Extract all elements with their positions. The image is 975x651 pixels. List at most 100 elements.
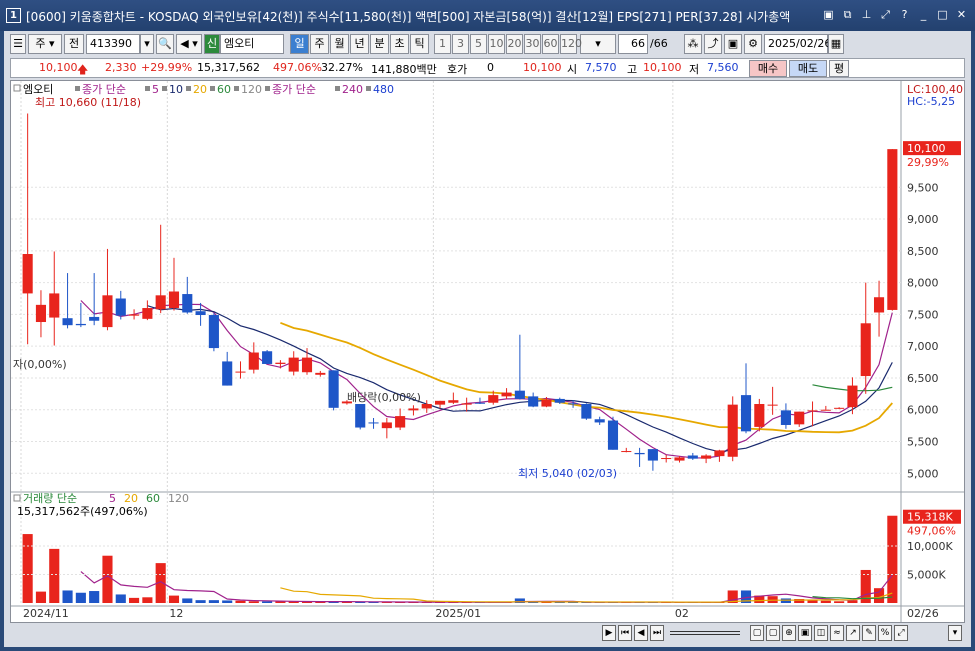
y-tick-label: 8,000 bbox=[907, 277, 939, 290]
hoga-price: 10,100 bbox=[523, 61, 562, 74]
settings-icon[interactable]: ☰ bbox=[10, 34, 26, 54]
stock-name[interactable]: 엠오티 bbox=[220, 34, 284, 54]
average-button[interactable]: 평 bbox=[829, 60, 849, 77]
link-icon[interactable]: ⁂ bbox=[684, 34, 702, 54]
last-price-label: 10,100 bbox=[907, 142, 946, 155]
help-icon[interactable]: ? bbox=[897, 7, 912, 22]
tool-icon-6[interactable]: ≈ bbox=[830, 625, 844, 641]
interval-10[interactable]: 10 bbox=[488, 34, 505, 54]
volume-bar bbox=[115, 594, 126, 603]
search-icon[interactable]: 🔍 bbox=[156, 34, 174, 54]
scroll-left-icon[interactable]: ◀ bbox=[634, 625, 648, 641]
volume-bar bbox=[22, 534, 33, 603]
tool-icon-2[interactable]: ▢ bbox=[766, 625, 780, 641]
legend-dot-icon bbox=[145, 86, 150, 91]
chart-window: ☰ 주 ▾ 전 413390 ▾ 🔍 ◀ ▾ 신 엠오티 ▾ 66 /66 ⁂ … bbox=[4, 31, 971, 647]
zoom-slider[interactable] bbox=[670, 631, 740, 635]
legend-item: 120 bbox=[241, 83, 262, 96]
tool-icon-8[interactable]: ✎ bbox=[862, 625, 876, 641]
chart-area[interactable]: 9,500 9,000 8,500 8,000 7,500 7,000 6,500 6,000… bbox=[10, 80, 965, 623]
close-icon[interactable]: ✕ bbox=[954, 7, 969, 22]
speaker-icon[interactable]: ◀ ▾ bbox=[176, 34, 202, 54]
period-6[interactable]: 틱 bbox=[410, 34, 429, 54]
interval-30[interactable]: 30 bbox=[524, 34, 541, 54]
period-1[interactable]: 주 bbox=[310, 34, 329, 54]
volume-bar bbox=[75, 592, 86, 603]
candle bbox=[647, 449, 658, 461]
candle bbox=[501, 392, 512, 397]
tool-icon-3[interactable]: ⊕ bbox=[782, 625, 796, 641]
code-dropdown-icon[interactable]: ▾ bbox=[140, 34, 154, 54]
interval-3[interactable]: 3 bbox=[452, 34, 469, 54]
high-label: 고 bbox=[627, 63, 638, 76]
tool-icon-5[interactable]: ◫ bbox=[814, 625, 828, 641]
expand-panel-icon[interactable]: ▾ bbox=[948, 625, 962, 641]
trend-icon[interactable]: ⤴ bbox=[704, 34, 722, 54]
chart-svg[interactable]: 9,500 9,000 8,500 8,000 7,500 7,000 6,500 6,000… bbox=[11, 81, 964, 622]
legend-dot-icon bbox=[265, 86, 270, 91]
volume-bar bbox=[235, 600, 246, 603]
tool-icon-1[interactable]: ▢ bbox=[750, 625, 764, 641]
volume-bar bbox=[89, 591, 100, 603]
candle bbox=[168, 291, 180, 309]
prev-button[interactable]: 전 bbox=[64, 34, 84, 54]
tool-icon-4[interactable]: ▣ bbox=[798, 625, 812, 641]
last-vol-pct-label: 497,06% bbox=[907, 525, 956, 538]
expand-icon[interactable]: ⤢ bbox=[878, 7, 893, 22]
market-select[interactable]: 주 ▾ bbox=[28, 34, 62, 54]
count-input[interactable]: 66 bbox=[618, 34, 648, 54]
open-price: 7,570 bbox=[585, 61, 617, 74]
interval-5[interactable]: 5 bbox=[470, 34, 487, 54]
code-input[interactable]: 413390 bbox=[86, 34, 140, 54]
event-note-left: 자(0,00%) bbox=[13, 358, 67, 371]
legend-dot-icon bbox=[335, 86, 340, 91]
candle bbox=[474, 402, 486, 404]
x-tick-label: 02 bbox=[675, 607, 689, 620]
maximize-icon[interactable]: □ bbox=[935, 7, 950, 22]
candle bbox=[807, 410, 818, 412]
copy-icon[interactable]: ⧉ bbox=[840, 7, 855, 22]
minimize-icon[interactable]: _ bbox=[916, 7, 931, 22]
market-label: 주 bbox=[35, 37, 46, 50]
interval-120[interactable]: 120 bbox=[560, 34, 582, 54]
interval-1[interactable]: 1 bbox=[434, 34, 451, 54]
period-3[interactable]: 년 bbox=[350, 34, 369, 54]
date-input[interactable]: 2025/02/26 bbox=[764, 34, 831, 54]
vol-legend-item: 60 bbox=[146, 492, 160, 505]
candle bbox=[89, 316, 100, 321]
buy-button[interactable]: 매수 bbox=[749, 60, 787, 77]
custom-interval[interactable]: ▾ bbox=[580, 34, 616, 54]
period-4[interactable]: 분 bbox=[370, 34, 389, 54]
y-tick-label: 6,500 bbox=[907, 372, 939, 385]
pin-icon[interactable]: ⊥ bbox=[859, 7, 874, 22]
period-2[interactable]: 월 bbox=[330, 34, 349, 54]
scroll-end-icon[interactable]: ⏭ bbox=[650, 625, 664, 641]
tool-icon-7[interactable]: ↗ bbox=[846, 625, 860, 641]
vol-legend-item: 5 bbox=[109, 492, 116, 505]
restore-icon[interactable]: ▣ bbox=[821, 7, 836, 22]
candle bbox=[35, 304, 47, 323]
period-0[interactable]: 일 bbox=[290, 34, 309, 54]
interval-60[interactable]: 60 bbox=[542, 34, 559, 54]
legend-item: 60 bbox=[217, 83, 231, 96]
scroll-right-icon[interactable]: ▶ bbox=[602, 625, 616, 641]
gear-icon[interactable]: ⚙ bbox=[744, 34, 762, 54]
interval-20[interactable]: 20 bbox=[506, 34, 523, 54]
title-bar: 1 [0600] 키움종합차트 - KOSDAQ 외국인보유[42(천)] 주식… bbox=[0, 0, 975, 31]
vol-legend-item: 120 bbox=[168, 492, 189, 505]
sell-button[interactable]: 매도 bbox=[789, 60, 827, 77]
volume-bar bbox=[49, 548, 60, 603]
tool-icon-9[interactable]: % bbox=[878, 625, 892, 641]
legend-item: 240 bbox=[342, 83, 363, 96]
volume-bar bbox=[222, 600, 233, 603]
candle bbox=[461, 403, 472, 405]
candle bbox=[381, 422, 392, 429]
save-icon[interactable]: ▣ bbox=[724, 34, 742, 54]
scroll-start-icon[interactable]: ⏮ bbox=[618, 625, 632, 641]
scroll-bar: ▶ ⏮ ◀ ⏭ ▢ ▢ ⊕ ▣ ◫ ≈ ↗ ✎ % ⤢ ▾ bbox=[10, 624, 965, 644]
candle bbox=[794, 411, 805, 425]
calendar-icon[interactable]: ▦ bbox=[828, 34, 844, 54]
candle bbox=[262, 351, 273, 364]
tool-icon-10[interactable]: ⤢ bbox=[894, 625, 908, 641]
period-5[interactable]: 초 bbox=[390, 34, 409, 54]
